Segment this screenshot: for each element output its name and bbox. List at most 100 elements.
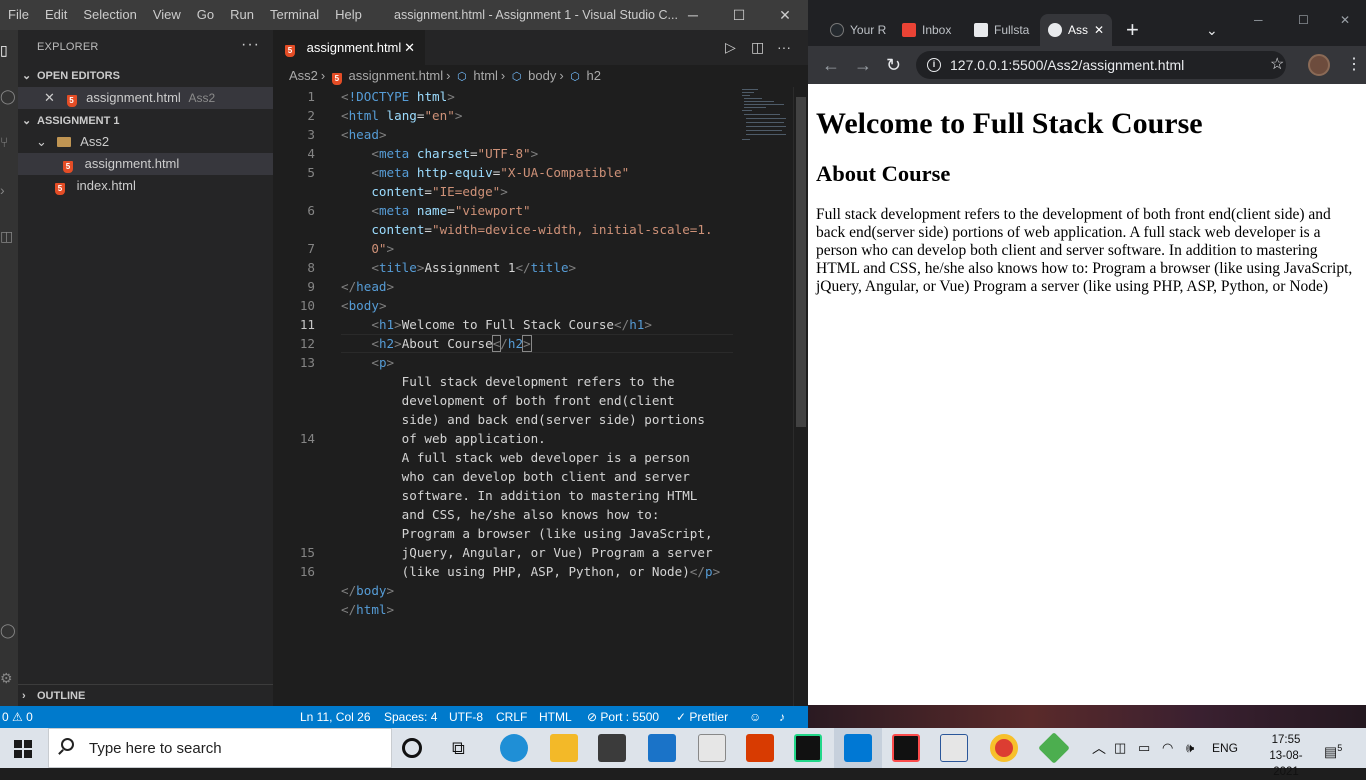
outline-section[interactable]: › OUTLINE [18,684,273,706]
outline-header[interactable]: › OUTLINE [18,685,273,707]
chrome-tab-assignment[interactable]: Ass ✕ [1040,14,1112,46]
language-indicator[interactable]: ENG [1212,728,1238,768]
minimize-button[interactable]: ─ [1254,4,1263,36]
forward-arrow-icon[interactable]: → [854,46,872,84]
menu-view[interactable]: View [145,0,189,30]
explorer-icon[interactable]: ▯ [0,42,18,66]
wifi-icon[interactable]: ◠ [1162,728,1173,768]
mail-icon[interactable] [648,734,676,762]
office-icon[interactable] [746,734,774,762]
encoding[interactable]: UTF-8 [449,706,483,728]
symbol-icon: ⬡ [511,71,522,83]
menu-file[interactable]: File [0,0,37,30]
file-explorer-icon[interactable] [550,734,578,762]
close-window-button[interactable]: ✕ [1340,4,1350,36]
workspace-section[interactable]: ⌄ ASSIGNMENT 1 [18,110,273,132]
reload-icon[interactable]: ↻ [886,46,901,84]
scrollbar-thumb[interactable] [796,97,806,427]
run-icon[interactable]: ▷ [725,30,736,65]
language-mode[interactable]: HTML [539,706,572,728]
line-number: 3 [307,127,315,142]
code-editor[interactable]: 1 2 3 4 5 6 7 8 9 10 11 12 13 14 15 16 <!DOCTYPE html> … [273,87,793,706]
clock[interactable]: 17:55 13-08-2021 [1262,732,1310,780]
chrome-tab-gmail[interactable]: Inbox [894,14,964,46]
battery-icon[interactable]: ▭ [1138,728,1150,768]
cortana-icon[interactable] [402,738,422,758]
task-view-icon[interactable]: ⧉ [452,734,480,762]
more-actions-icon[interactable]: ··· [777,30,791,65]
menu-terminal[interactable]: Terminal [262,0,327,30]
menu-help[interactable]: Help [327,0,370,30]
line-number: 6 [307,203,315,218]
breadcrumb-h2[interactable]: h2 [587,68,601,83]
close-window-button[interactable]: ✕ [762,0,808,30]
chrome-tab-github[interactable]: Your R [822,14,892,46]
file-index-html[interactable]: 5 index.html [18,175,273,197]
minimize-button[interactable]: ─ [670,0,716,30]
settings-gear-icon[interactable]: ⚙ [0,670,18,694]
volume-icon[interactable]: 🕪 [1186,728,1194,768]
tool-icon[interactable] [1038,732,1070,764]
account-icon[interactable]: ◯ [0,622,18,646]
code-line: of web application. [401,431,546,446]
minimap[interactable] [740,87,792,147]
taskbar-search-box[interactable]: Type here to search [48,728,392,768]
url-text: 127.0.0.1:5500/Ass2/assignment.html [950,57,1185,73]
back-arrow-icon[interactable]: ← [822,46,840,84]
chrome-icon[interactable] [990,734,1018,762]
close-editor-icon[interactable]: ✕ [44,90,55,105]
folder-ass2[interactable]: ⌄ Ass2 [18,131,273,153]
menu-go[interactable]: Go [189,0,222,30]
notification-center-icon[interactable]: ▤5 [1324,728,1342,772]
maximize-button[interactable]: ☐ [716,0,762,30]
word-icon[interactable] [940,734,968,762]
problems-indicator[interactable]: 0 ⚠ 0 [2,706,33,728]
prettier-status[interactable]: ✓ Prettier [676,706,728,728]
source-control-icon[interactable]: ⑂ [0,134,18,158]
tab-search-icon[interactable]: ⌄ [1206,14,1218,46]
tab-assignment-html[interactable]: 5 assignment.html ✕ [273,30,425,65]
run-debug-icon[interactable]: › [0,182,18,206]
address-bar[interactable]: i 127.0.0.1:5500/Ass2/assignment.html [916,51,1286,79]
vscode-icon[interactable] [844,734,872,762]
menu-selection[interactable]: Selection [75,0,144,30]
pycharm-icon[interactable] [794,734,822,762]
breadcrumb-file[interactable]: assignment.html [349,68,444,83]
close-tab-icon[interactable]: ✕ [404,30,415,65]
store-icon[interactable] [598,734,626,762]
windows-start-icon[interactable] [14,740,32,758]
python-icon[interactable] [698,734,726,762]
editor-scrollbar[interactable] [793,87,807,706]
intellij-icon[interactable] [892,734,920,762]
line-endings[interactable]: CRLF [496,706,527,728]
extensions-icon[interactable]: ◫ [0,228,18,252]
site-info-icon[interactable]: i [927,58,941,72]
menu-edit[interactable]: Edit [37,0,75,30]
new-tab-button[interactable]: + [1126,14,1139,46]
menu-run[interactable]: Run [222,0,262,30]
notifications-bell-icon[interactable]: ♪ [779,706,785,728]
more-actions-icon[interactable]: ··· [241,36,260,54]
breadcrumb-body[interactable]: body [528,68,556,83]
maximize-button[interactable]: ☐ [1298,4,1309,36]
live-server-port[interactable]: ⊘ Port : 5500 [587,706,659,728]
show-hidden-icons[interactable]: ︿ [1092,728,1106,768]
split-editor-icon[interactable]: ◫ [751,30,764,65]
code-line: and CSS, he/she also knows how to: [401,507,660,522]
symbol-icon: ⬡ [457,71,467,83]
file-assignment-html[interactable]: 5 assignment.html [18,153,273,175]
breadcrumb-folder[interactable]: Ass2 [289,68,318,83]
open-editors-section[interactable]: ⌄ OPEN EDITORS [18,65,273,87]
indentation[interactable]: Spaces: 4 [384,706,437,728]
cursor-position[interactable]: Ln 11, Col 26 [300,706,371,728]
feedback-icon[interactable]: ☺ [749,706,761,728]
chrome-tab-classroom[interactable]: Fullsta [966,14,1038,46]
device-icon[interactable]: ◫ [1114,728,1126,768]
open-editor-item[interactable]: ✕ 5 assignment.html Ass2 [18,87,273,109]
chrome-menu-icon[interactable]: ⋮ [1346,46,1362,84]
edge-icon[interactable] [500,734,528,762]
close-tab-icon[interactable]: ✕ [1094,14,1104,46]
breadcrumb-html[interactable]: html [473,68,498,83]
profile-avatar[interactable] [1308,54,1330,76]
search-activity-icon[interactable]: ◯ [0,88,18,112]
